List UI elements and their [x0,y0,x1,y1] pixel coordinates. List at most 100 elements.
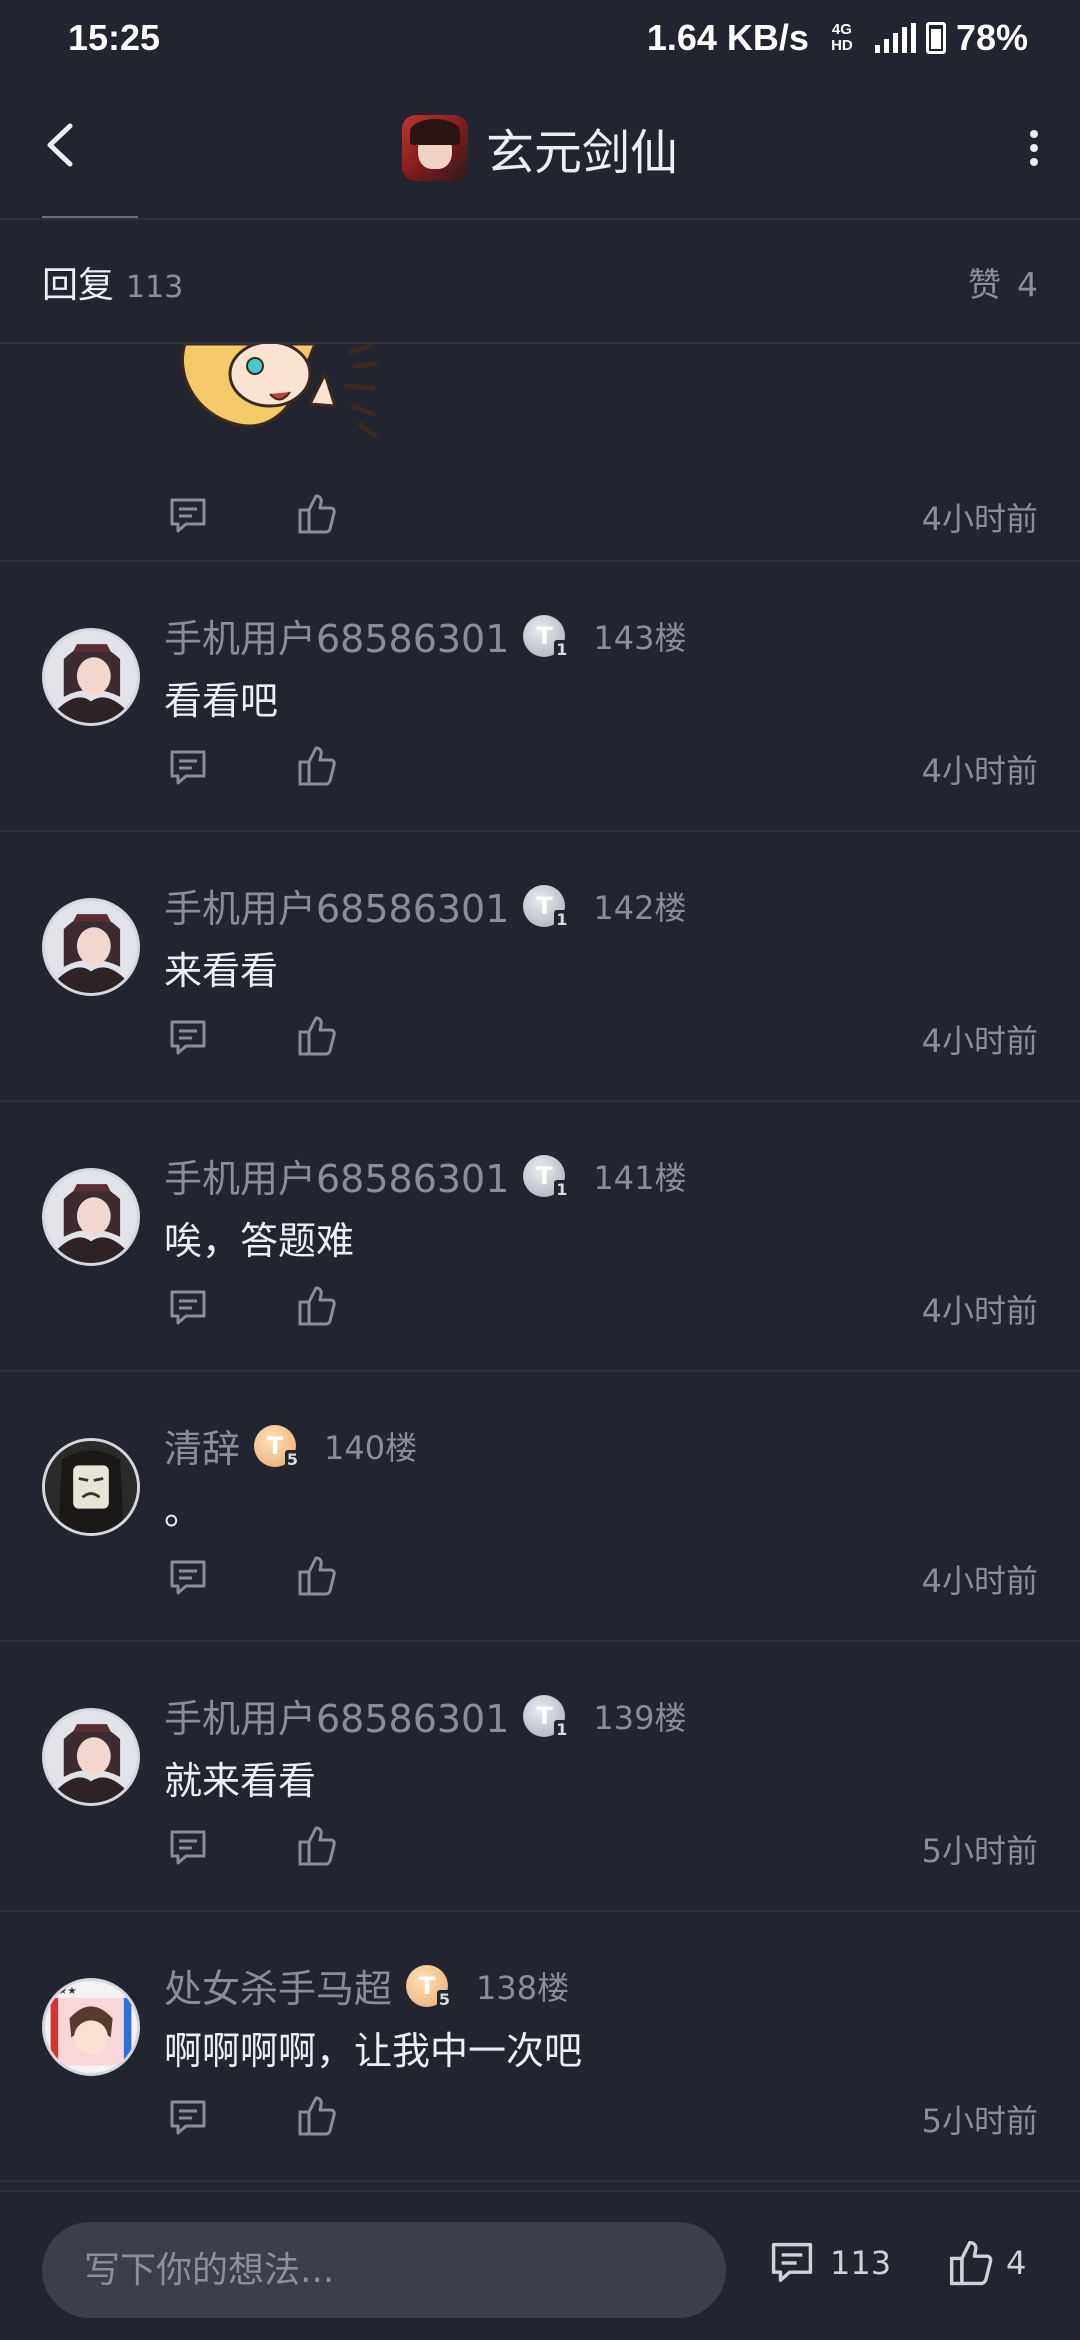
level-number: 5 [436,1989,453,2009]
more-vertical-icon[interactable] [1024,123,1044,173]
avatar[interactable] [42,628,140,726]
level-number: 5 [284,1449,301,1469]
battery-level: 78% [955,16,1028,58]
comment-actions: 5小时前 [0,2082,1080,2152]
level-letter: T [418,1971,436,2000]
comment-text: 来看看 [164,949,279,993]
svg-text:★★: ★★ [58,1985,76,1997]
status-indicators: 1.64 KB/s 4G HD 78% [647,17,1028,59]
level-number: 1 [554,1179,570,1199]
comment-time: 4小时前 [921,1562,1038,1600]
floor-number: 141楼 [593,1158,687,1197]
reply-icon[interactable] [168,1018,208,1058]
comment-item: 手机用户68586301 T1 141楼 唉，答题难 4小时前 [0,1102,1080,1372]
user-name[interactable]: 手机用户68586301 [164,1148,509,1203]
reply-icon[interactable] [168,496,208,536]
level-badge-icon: T5 [254,1424,301,1469]
level-badge-icon: T1 [523,614,570,659]
reply-summary-bar: 回复 113 赞 4 [0,222,1080,344]
reply-icon[interactable] [168,1558,208,1598]
comment-time: 5小时前 [921,1832,1038,1870]
comment-header: 清辞 T5 140楼 [164,1418,417,1473]
like-count: 4 [1006,2244,1027,2282]
thumbs-up-icon [949,2240,993,2286]
list-item-actions: 4小时前 [0,472,1080,562]
comment-header: 手机用户68586301 T1 141楼 [164,1148,687,1203]
bottom-comment-bar: 113 4 [0,2190,1080,2340]
sticker-image [180,344,378,439]
comment-time: 4小时前 [921,500,1038,538]
comment-time: 4小时前 [921,1022,1038,1060]
floor-number: 138楼 [476,1968,570,2007]
thumbs-up-icon[interactable] [297,1554,337,1598]
avatar[interactable] [42,898,140,996]
avatar[interactable] [42,1168,140,1266]
avatar[interactable] [42,1438,140,1536]
like-button[interactable]: 4 [948,2238,1026,2288]
user-name[interactable]: 手机用户68586301 [164,1688,509,1743]
thumbs-up-icon[interactable] [297,492,337,536]
comment-actions: 4小时前 [0,1002,1080,1072]
level-badge-icon: T1 [523,884,570,929]
comment-header: 手机用户68586301 T1 142楼 [164,878,687,933]
comment-actions: 4小时前 [0,732,1080,802]
like-label: 赞 [968,265,1001,304]
top-app-bar: 玄元剑仙 [0,75,1080,220]
comment-input[interactable] [42,2222,726,2318]
reply-icon[interactable] [168,1288,208,1328]
comment-count-button[interactable]: 113 [768,2240,891,2286]
floor-number: 143楼 [593,618,687,657]
comment-text: 唉，答题难 [164,1219,355,1263]
comment-item: 手机用户68586301 T1 142楼 来看看 4小时前 [0,832,1080,1102]
comment-time: 5小时前 [921,2102,1038,2140]
network-type-label: 4G [831,20,852,38]
level-number: 1 [554,1719,570,1739]
comment-item: 清辞 T5 140楼 。 4小时前 [0,1372,1080,1642]
battery-icon [925,21,946,54]
thumbs-up-icon[interactable] [297,1014,337,1058]
floor-number: 142楼 [593,888,687,927]
comment-actions: 4小时前 [0,480,1080,550]
level-letter: T [266,1431,284,1460]
signal-icon [874,22,916,53]
thumbs-up-icon[interactable] [297,1824,337,1868]
page-title[interactable]: 玄元剑仙 [401,113,678,183]
like-tab[interactable]: 赞 4 [968,258,1038,306]
level-badge-icon: T1 [523,1154,570,1199]
chevron-left-icon[interactable] [40,120,80,170]
comment-count: 113 [830,2244,892,2282]
thumbs-up-icon[interactable] [297,2094,337,2138]
network-type-icon: 4G HD [819,20,865,54]
reply-icon[interactable] [168,1828,208,1868]
thumbs-up-icon[interactable] [297,744,337,788]
user-name[interactable]: 手机用户68586301 [164,878,509,933]
comment-actions: 4小时前 [0,1542,1080,1612]
avatar[interactable] [42,1708,140,1806]
comment-time: 4小时前 [921,1292,1038,1330]
floor-number: 139楼 [593,1698,687,1737]
comment-header: 手机用户68586301 T1 143楼 [164,608,687,663]
level-number: 1 [554,639,570,659]
floor-number: 140楼 [324,1428,418,1467]
level-letter: T [536,1701,553,1730]
thumbs-up-icon[interactable] [297,1284,337,1328]
comment-text: 啊啊啊啊，让我中一次吧 [164,2029,583,2073]
level-number: 1 [554,909,570,929]
comment-header: 处女杀手马超 T5 138楼 [164,1958,569,2013]
comment-actions: 4小时前 [0,1272,1080,1342]
comment-item: 手机用户68586301 T1 139楼 就来看看 5小时前 [0,1642,1080,1912]
comment-actions: 5小时前 [0,1812,1080,1882]
network-sub-label: HD [831,36,853,54]
level-badge-icon: T5 [406,1964,453,2009]
user-name[interactable]: 清辞 [164,1418,240,1473]
comment-text: 看看吧 [164,679,279,723]
level-badge-icon: T1 [523,1694,570,1739]
status-bar: 15:25 1.64 KB/s 4G HD 78% [0,0,1080,75]
reply-icon[interactable] [168,748,208,788]
status-time: 15:25 [68,16,161,58]
user-name[interactable]: 处女杀手马超 [164,1958,392,2013]
reply-icon[interactable] [168,2098,208,2138]
avatar[interactable]: ★★ [42,1978,140,2076]
user-name[interactable]: 手机用户68586301 [164,608,509,663]
reply-tab[interactable]: 回复 113 [42,256,183,308]
